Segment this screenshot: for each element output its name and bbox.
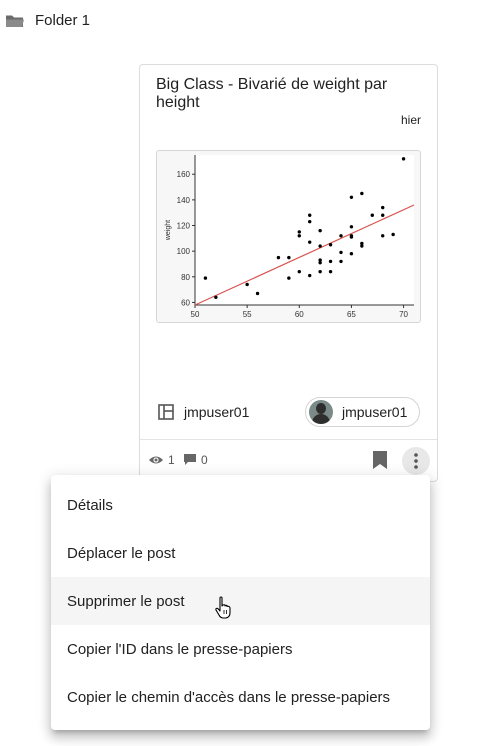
menu-item-move-post[interactable]: Déplacer le post: [51, 529, 430, 577]
hand-cursor-icon: [215, 596, 231, 619]
scatter-point: [318, 228, 322, 233]
scatter-point: [308, 240, 312, 244]
y-tick-label: 120: [177, 222, 191, 231]
avatar: [309, 400, 333, 424]
author-name: jmpuser01: [342, 404, 408, 420]
scatter-point: [339, 259, 343, 264]
scatter-point: [381, 205, 385, 210]
scatter-point: [214, 295, 218, 300]
chart-thumbnail[interactable]: 50 55 60 65 70 60 80 100 120 140 160 weight: [156, 150, 421, 323]
y-tick-label: 100: [177, 247, 191, 256]
comment-icon: [184, 454, 196, 465]
x-tick-label: 65: [347, 310, 356, 319]
scatter-point: [349, 234, 354, 238]
owner-name: jmpuser01: [184, 404, 250, 420]
plot-area: [195, 155, 414, 305]
scatter-point: [255, 291, 260, 296]
scatter-point: [339, 234, 343, 238]
scatter-chart: 50 55 60 65 70 60 80 100 120 140 160 weight: [165, 155, 415, 319]
post-title[interactable]: Big Class - Bivarié de weight par height: [156, 76, 416, 112]
card-divider: [140, 439, 437, 440]
post-date: hier: [400, 113, 421, 127]
owner-info: jmpuser01: [158, 404, 249, 420]
scatter-point: [328, 259, 333, 264]
scatter-point: [276, 255, 281, 260]
y-tick-label: 80: [181, 273, 190, 282]
more-options-button[interactable]: [402, 447, 430, 475]
comments-count: 0: [183, 453, 208, 467]
scatter-point: [318, 258, 322, 262]
scatter-point: [391, 232, 395, 237]
scatter-point: [360, 191, 364, 196]
dashboard-layout-icon: [158, 404, 174, 420]
scatter-point: [349, 225, 354, 229]
scatter-point: [381, 234, 385, 238]
scatter-point: [287, 255, 291, 260]
author-chip[interactable]: jmpuser01: [305, 397, 420, 427]
y-tick-label: 160: [177, 170, 191, 179]
views-count: 1: [148, 453, 175, 467]
scatter-point: [401, 157, 406, 161]
scatter-point: [287, 276, 291, 280]
scatter-point: [308, 273, 312, 278]
bookmark-button[interactable]: [372, 450, 388, 475]
y-axis-label: weight: [165, 220, 172, 241]
scatter-point: [328, 243, 333, 247]
scatter-point: [349, 195, 354, 200]
folder-label: Folder 1: [35, 12, 91, 29]
scatter-point: [328, 269, 333, 274]
scatter-point: [245, 282, 249, 287]
scatter-point: [381, 213, 385, 217]
scatter-point: [349, 252, 354, 256]
scatter-point: [339, 250, 343, 255]
post-context-menu: Détails Déplacer le post Supprimer le po…: [51, 475, 430, 730]
x-tick-label: 55: [243, 310, 252, 319]
menu-item-copy-id[interactable]: Copier l'ID dans le presse-papiers: [51, 625, 430, 673]
scatter-point: [318, 269, 322, 274]
bookmark-icon: [373, 451, 387, 469]
scatter-point: [297, 234, 301, 238]
scatter-point: [308, 213, 312, 217]
views-number: 1: [168, 453, 175, 467]
scatter-point: [360, 241, 364, 246]
menu-item-details[interactable]: Détails: [51, 481, 430, 529]
x-tick-label: 50: [191, 310, 200, 319]
x-tick-label: 70: [399, 310, 408, 319]
scatter-point: [297, 269, 301, 274]
scatter-point: [318, 244, 322, 248]
post-card[interactable]: Big Class - Bivarié de weight par height…: [139, 64, 438, 482]
menu-item-delete-post[interactable]: Supprimer le post: [51, 577, 430, 625]
scatter-point: [370, 213, 374, 217]
scatter-point: [203, 276, 208, 280]
scatter-point: [308, 219, 312, 224]
menu-item-copy-path[interactable]: Copier le chemin d'accès dans le presse-…: [51, 673, 430, 721]
more-vert-icon: [414, 453, 418, 469]
scatter-point: [297, 230, 301, 234]
y-tick-label: 60: [181, 298, 190, 307]
eye-icon: [149, 456, 163, 464]
folder-breadcrumb[interactable]: Folder 1: [5, 12, 90, 29]
folder-icon: [6, 15, 24, 27]
x-tick-label: 60: [295, 310, 304, 319]
comments-number: 0: [201, 453, 208, 467]
y-tick-label: 140: [177, 196, 191, 205]
